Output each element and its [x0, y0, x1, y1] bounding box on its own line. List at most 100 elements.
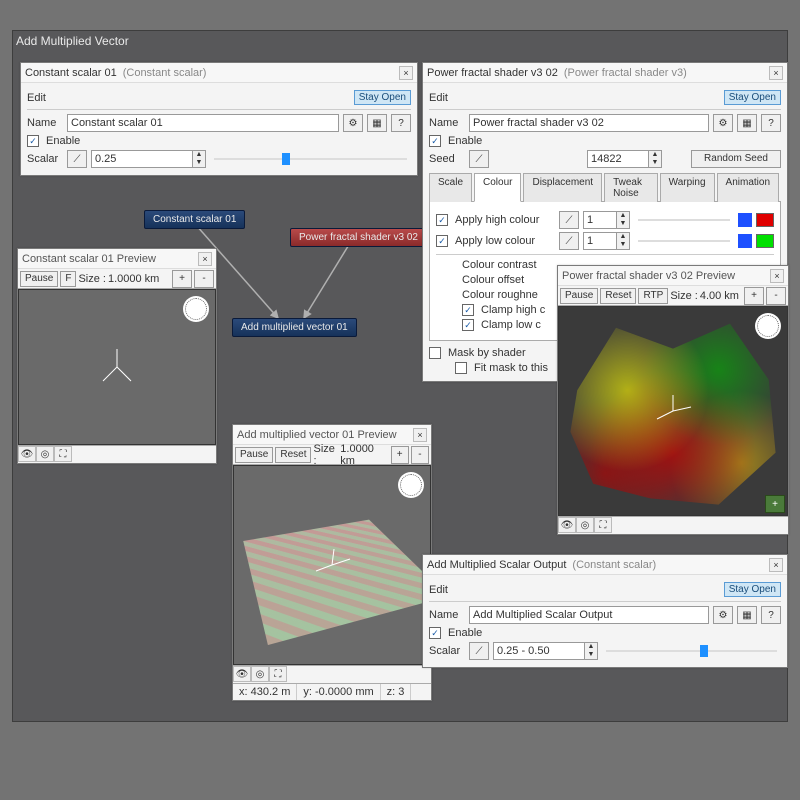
compass-icon[interactable] — [183, 296, 209, 322]
help-button[interactable]: ? — [391, 114, 411, 132]
minus-button[interactable]: - — [411, 446, 429, 464]
pause-button[interactable]: Pause — [20, 271, 58, 287]
mask-label: Mask by shader — [448, 347, 526, 359]
minus-button[interactable]: - — [194, 270, 214, 288]
close-icon[interactable]: × — [198, 252, 212, 266]
preview-icon[interactable]: ▦ — [367, 114, 387, 132]
preview-viewport[interactable]: + — [558, 306, 788, 516]
pause-button[interactable]: Pause — [560, 288, 598, 304]
mask-checkbox[interactable] — [429, 347, 441, 359]
app-title: Add Multiplied Vector — [16, 34, 129, 48]
scalar-slider[interactable] — [606, 648, 777, 654]
low-spinner[interactable]: ▲▼ — [583, 232, 630, 250]
edit-menu[interactable]: Edit — [429, 584, 448, 596]
name-field[interactable] — [67, 114, 339, 132]
stay-open-button[interactable]: Stay Open — [724, 90, 781, 105]
preview-icon[interactable]: ▦ — [737, 114, 757, 132]
scalar-spinner[interactable]: ▲▼ — [91, 150, 206, 168]
axis-gizmo — [97, 347, 137, 387]
curve-icon[interactable]: ⟋ — [559, 211, 579, 229]
help-button[interactable]: ? — [761, 606, 781, 624]
close-icon[interactable]: × — [769, 558, 783, 572]
gear-icon[interactable]: ⚙ — [713, 606, 733, 624]
fit-icon[interactable]: ⛶ — [54, 446, 72, 462]
fit-icon[interactable]: ⛶ — [594, 517, 612, 533]
plus-button[interactable]: + — [391, 446, 409, 464]
low-slider[interactable] — [638, 238, 730, 244]
scalar-label: Scalar — [429, 645, 465, 657]
curve-icon[interactable]: ⟋ — [67, 150, 87, 168]
rtp-button[interactable]: RTP — [638, 288, 668, 304]
fitmask-checkbox[interactable] — [455, 362, 467, 374]
tab-warping[interactable]: Warping — [660, 173, 715, 202]
f-button[interactable]: F — [60, 271, 76, 287]
tab-tweak-noise[interactable]: Tweak Noise — [604, 173, 658, 202]
curve-icon[interactable]: ⟋ — [559, 232, 579, 250]
name-field[interactable] — [469, 606, 709, 624]
fit-icon[interactable]: ⛶ — [269, 666, 287, 682]
eye-icon[interactable]: 👁 — [233, 666, 251, 682]
tab-animation[interactable]: Animation — [717, 173, 779, 202]
clamp-high-checkbox[interactable] — [462, 304, 474, 316]
node-power-fractal[interactable]: Power fractal shader v3 02 — [290, 228, 427, 247]
stay-open-button[interactable]: Stay Open — [354, 90, 411, 105]
eye-icon[interactable]: 👁 — [18, 446, 36, 462]
name-label: Name — [429, 117, 465, 129]
target-icon[interactable]: ◎ — [576, 517, 594, 533]
enable-checkbox[interactable] — [429, 627, 441, 639]
gear-icon[interactable]: ⚙ — [343, 114, 363, 132]
scalar-spinner[interactable]: ▲▼ — [493, 642, 598, 660]
colour-high-swatch[interactable] — [756, 213, 774, 227]
random-seed-button[interactable]: Random Seed — [691, 150, 781, 168]
tab-scale[interactable]: Scale — [429, 173, 472, 202]
stay-open-button[interactable]: Stay Open — [724, 582, 781, 597]
preview-viewport[interactable] — [18, 289, 216, 445]
high-slider[interactable] — [638, 217, 730, 223]
size-label: Size : — [78, 273, 106, 285]
apply-low-checkbox[interactable] — [436, 235, 448, 247]
preview-footer: 👁 ◎ ⛶ — [18, 445, 216, 463]
target-icon[interactable]: ◎ — [251, 666, 269, 682]
preview-icon[interactable]: ▦ — [737, 606, 757, 624]
preview-title: Add multiplied vector 01 Preview — [237, 429, 413, 441]
enable-checkbox[interactable] — [429, 135, 441, 147]
close-icon[interactable]: × — [769, 66, 783, 80]
target-icon[interactable]: ◎ — [36, 446, 54, 462]
preview-viewport[interactable] — [233, 465, 431, 665]
seed-spinner[interactable]: ▲▼ — [587, 150, 662, 168]
clamp-low-checkbox[interactable] — [462, 319, 474, 331]
name-field[interactable] — [469, 114, 709, 132]
curve-icon[interactable]: ⟋ — [469, 150, 489, 168]
eye-icon[interactable]: 👁 — [558, 517, 576, 533]
reset-button[interactable]: Reset — [600, 288, 636, 304]
node-add-multiplied[interactable]: Add multiplied vector 01 — [232, 318, 357, 337]
gear-icon[interactable]: ⚙ — [713, 114, 733, 132]
minus-button[interactable]: - — [766, 287, 786, 305]
enable-checkbox[interactable] — [27, 135, 39, 147]
compass-icon[interactable] — [398, 472, 424, 498]
tab-colour[interactable]: Colour — [474, 173, 521, 202]
high-spinner[interactable]: ▲▼ — [583, 211, 630, 229]
pause-button[interactable]: Pause — [235, 447, 273, 463]
tab-displacement[interactable]: Displacement — [523, 173, 602, 202]
plus-button[interactable]: + — [744, 287, 764, 305]
close-icon[interactable]: × — [413, 428, 427, 442]
close-icon[interactable]: × — [770, 269, 784, 283]
colorbar-blue — [738, 234, 752, 248]
colour-contrast-label: Colour contrast — [462, 259, 537, 271]
status-bar: x: 430.2 m y: -0.0000 mm z: 3 — [233, 683, 431, 700]
colour-low-swatch[interactable] — [756, 234, 774, 248]
plus-button[interactable]: + — [172, 270, 192, 288]
scalar-slider[interactable] — [214, 156, 407, 162]
curve-icon[interactable]: ⟋ — [469, 642, 489, 660]
apply-high-checkbox[interactable] — [436, 214, 448, 226]
node-constant-scalar[interactable]: Constant scalar 01 — [144, 210, 245, 229]
colour-offset-label: Colour offset — [462, 274, 524, 286]
compass-icon[interactable] — [755, 313, 781, 339]
edit-menu[interactable]: Edit — [27, 92, 46, 104]
close-icon[interactable]: × — [399, 66, 413, 80]
add-layer-button[interactable]: + — [765, 495, 785, 513]
reset-button[interactable]: Reset — [275, 447, 311, 463]
edit-menu[interactable]: Edit — [429, 92, 448, 104]
help-button[interactable]: ? — [761, 114, 781, 132]
